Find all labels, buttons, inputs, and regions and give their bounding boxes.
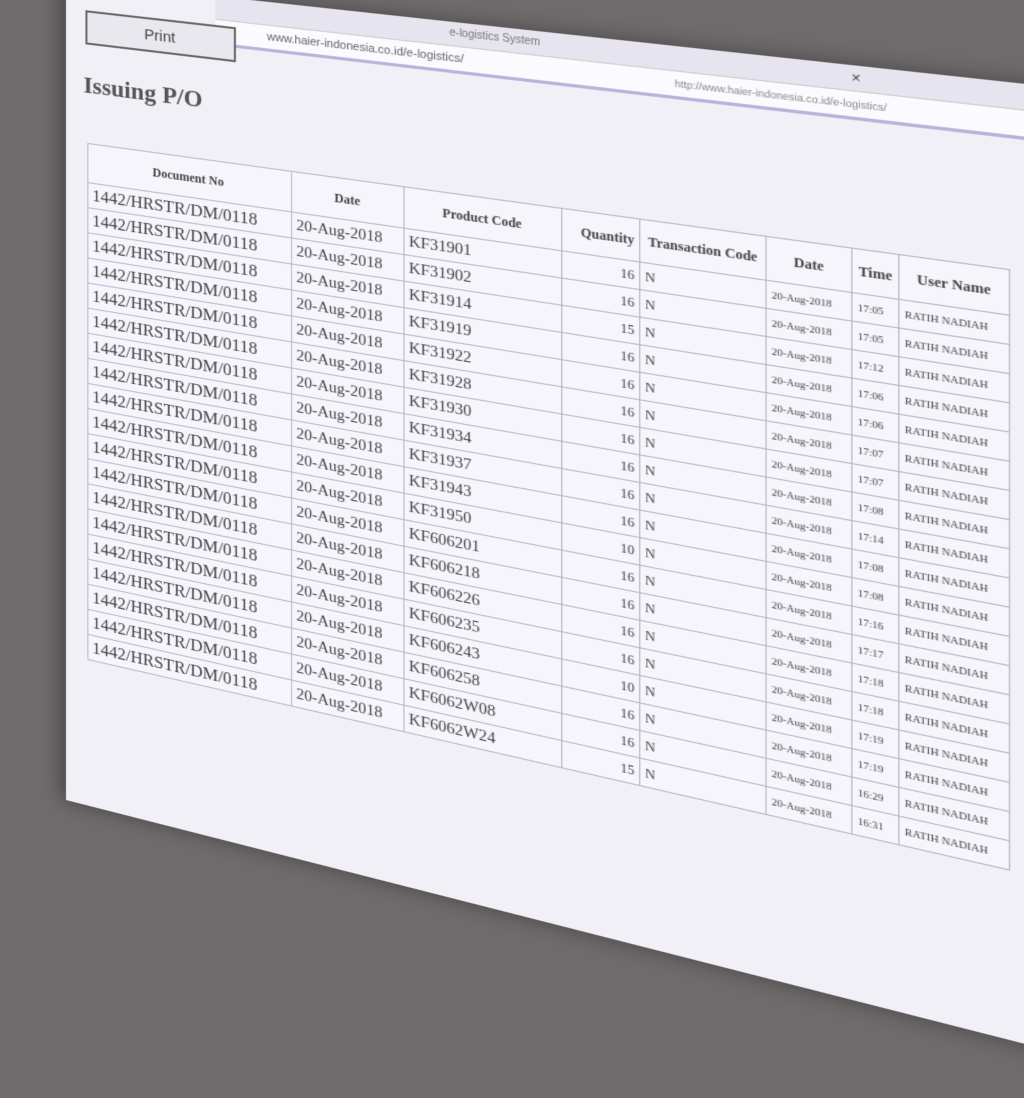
header-time: Time <box>851 248 899 300</box>
close-icon[interactable]: × <box>851 65 861 91</box>
print-button[interactable]: Print <box>85 10 236 63</box>
tab-title[interactable]: e-logistics System <box>450 27 541 49</box>
projected-screen: e-logistics System × www.haier-indonesia… <box>66 0 1024 1098</box>
issuing-po-table: Document No Date Product Code Quantity T… <box>87 142 1011 871</box>
page-title: Issuing P/O <box>83 72 203 114</box>
